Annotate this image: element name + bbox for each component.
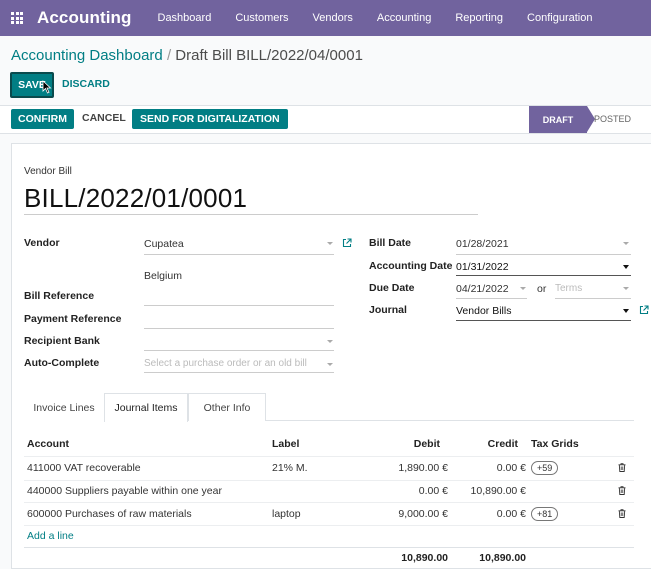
breadcrumb: Accounting Dashboard / Draft Bill BILL/2… — [11, 47, 363, 64]
row1-divider — [24, 480, 634, 481]
row2-account[interactable]: 440000 Suppliers payable within one year — [27, 485, 222, 497]
col-account[interactable]: Account — [27, 438, 69, 450]
bill-date-underline — [456, 254, 631, 255]
send-for-digitalization-button[interactable]: SEND FOR DIGITALIZATION — [132, 109, 288, 129]
auto-complete-label: Auto-Complete — [24, 357, 100, 369]
row3-debit[interactable]: 9,000.00 € — [372, 508, 448, 520]
nav-accounting[interactable]: Accounting — [377, 12, 431, 24]
external-link-icon[interactable] — [342, 238, 352, 248]
nav-vendors[interactable]: Vendors — [313, 12, 353, 24]
document-type: Vendor Bill — [24, 166, 72, 177]
total-credit: 10,890.00 — [479, 552, 526, 564]
row3-divider — [24, 525, 634, 526]
bill-date-field[interactable]: 01/28/2021 — [456, 238, 509, 250]
status-bar: CONFIRM CANCEL SEND FOR DIGITALIZATION D… — [0, 106, 651, 134]
vendor-underline — [144, 254, 334, 255]
row3-account[interactable]: 600000 Purchases of raw materials — [27, 508, 192, 520]
row1-label[interactable]: 21% M. — [272, 462, 308, 474]
header-divider — [24, 456, 634, 457]
nav-dashboard[interactable]: Dashboard — [158, 12, 212, 24]
breadcrumb-parent[interactable]: Accounting Dashboard — [11, 47, 163, 64]
notebook-tabs: Invoice Lines Journal Items Other Info — [24, 393, 634, 422]
breadcrumb-separator: / — [166, 47, 172, 64]
col-debit[interactable]: Debit — [372, 438, 440, 450]
apps-grid-icon[interactable] — [11, 12, 23, 24]
recipient-bank-underline — [144, 350, 334, 351]
form-sheet: Vendor Bill BILL/2022/01/0001 Vendor Cup… — [11, 143, 651, 569]
journal-label: Journal — [369, 304, 407, 316]
recipient-bank-dropdown-icon[interactable] — [327, 340, 333, 343]
tab-other-info[interactable]: Other Info — [188, 393, 266, 421]
nav-configuration[interactable]: Configuration — [527, 12, 592, 24]
row2-debit[interactable]: 0.00 € — [372, 485, 448, 497]
vendor-label: Vendor — [24, 237, 60, 249]
accounting-date-dropdown-icon[interactable] — [623, 265, 629, 269]
nav-customers[interactable]: Customers — [235, 12, 288, 24]
discard-button[interactable]: DISCARD — [62, 78, 110, 90]
tab-journal-items[interactable]: Journal Items — [104, 393, 188, 422]
trash-icon[interactable] — [618, 509, 626, 518]
col-tax-grids[interactable]: Tax Grids — [531, 438, 579, 450]
row1-tax-grid-badge[interactable]: +59 — [531, 461, 559, 475]
due-date-label: Due Date — [369, 282, 415, 294]
col-label[interactable]: Label — [272, 438, 299, 450]
row2-divider — [24, 502, 634, 503]
totals-divider — [24, 547, 634, 548]
accounting-date-label: Accounting Date — [369, 260, 453, 272]
due-date-or: or — [537, 283, 547, 295]
accounting-date-field[interactable]: 01/31/2022 — [456, 261, 509, 273]
vendor-field[interactable]: Cupatea — [144, 238, 184, 250]
auto-complete-input[interactable]: Select a purchase order or an old bill — [144, 358, 307, 369]
top-navbar: Accounting Dashboard Customers Vendors A… — [0, 0, 651, 36]
nav-reporting[interactable]: Reporting — [455, 12, 503, 24]
tab-invoice-lines[interactable]: Invoice Lines — [24, 393, 104, 421]
bill-date-dropdown-icon[interactable] — [623, 242, 629, 245]
document-name: BILL/2022/01/0001 — [24, 183, 248, 213]
auto-complete-underline — [144, 372, 334, 373]
document-name-underline — [24, 214, 478, 215]
total-debit: 10,890.00 — [401, 552, 448, 564]
journal-field[interactable]: Vendor Bills — [456, 305, 511, 317]
journal-underline — [456, 320, 631, 321]
accounting-date-underline — [456, 275, 631, 276]
row1-account[interactable]: 411000 VAT recoverable — [27, 462, 141, 474]
stage-draft: DRAFT — [529, 106, 595, 133]
app-title[interactable]: Accounting — [37, 8, 132, 28]
due-date-underline — [456, 298, 527, 299]
confirm-button[interactable]: CONFIRM — [11, 109, 74, 129]
trash-icon[interactable] — [618, 486, 626, 495]
stage-posted[interactable]: POSTED — [594, 114, 631, 124]
row3-credit[interactable]: 0.00 € — [452, 508, 526, 520]
payment-terms-underline — [555, 298, 631, 299]
add-line-link[interactable]: Add a line — [27, 530, 74, 542]
bill-date-label: Bill Date — [369, 237, 412, 249]
payment-terms-dropdown-icon[interactable] — [623, 287, 629, 290]
payment-reference-label: Payment Reference — [24, 313, 122, 325]
breadcrumb-current: Draft Bill BILL/2022/04/0001 — [175, 47, 363, 64]
journal-external-link-icon[interactable] — [639, 305, 649, 315]
cancel-button[interactable]: CANCEL — [82, 112, 126, 124]
due-date-dropdown-icon[interactable] — [520, 287, 526, 290]
cursor-pointer-icon — [42, 80, 52, 94]
trash-icon[interactable] — [618, 463, 626, 472]
vendor-address: Belgium — [144, 270, 182, 282]
due-date-field[interactable]: 04/21/2022 — [456, 283, 509, 295]
bill-reference-underline — [144, 305, 334, 306]
vendor-dropdown-icon[interactable] — [327, 242, 333, 245]
row3-label[interactable]: laptop — [272, 508, 301, 520]
row1-credit[interactable]: 0.00 € — [452, 462, 526, 474]
journal-dropdown-icon[interactable] — [623, 309, 629, 313]
recipient-bank-label: Recipient Bank — [24, 335, 100, 347]
row1-debit[interactable]: 1,890.00 € — [372, 462, 448, 474]
bill-reference-label: Bill Reference — [24, 290, 95, 302]
payment-terms-input[interactable]: Terms — [555, 283, 582, 294]
row2-credit[interactable]: 10,890.00 € — [452, 485, 526, 497]
col-credit[interactable]: Credit — [452, 438, 518, 450]
payment-reference-underline — [144, 328, 334, 329]
auto-complete-dropdown-icon[interactable] — [327, 363, 333, 366]
row3-tax-grid-badge[interactable]: +81 — [531, 507, 559, 521]
